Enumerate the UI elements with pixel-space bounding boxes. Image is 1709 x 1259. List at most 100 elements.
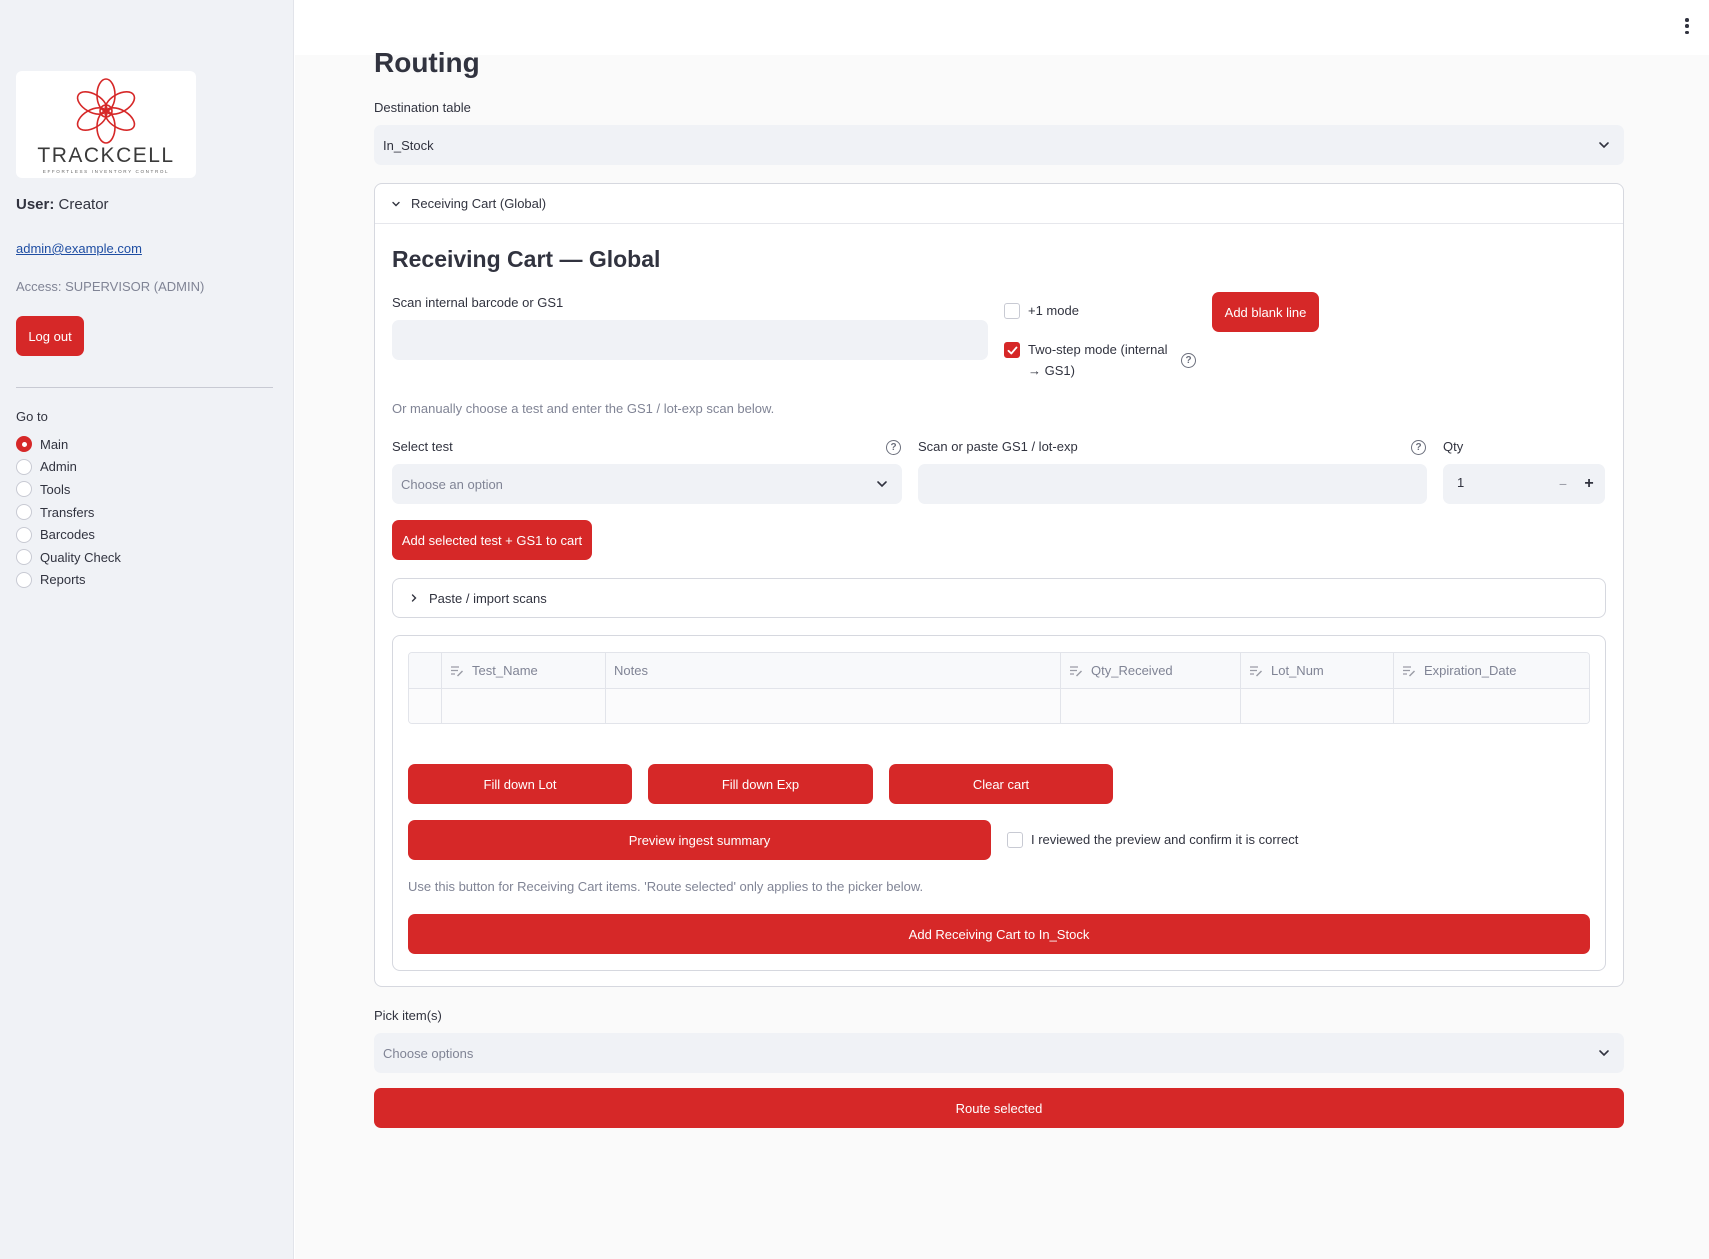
radio-icon: [16, 481, 32, 498]
qty-value: 1: [1457, 475, 1465, 490]
qty-stepper[interactable]: 1 − +: [1443, 464, 1605, 504]
select-test-label: Select test: [392, 439, 453, 454]
user-name: Creator: [58, 196, 109, 213]
column-header-expiration-date[interactable]: Expiration_Date: [1394, 653, 1589, 688]
paste-import-expander[interactable]: Paste / import scans: [392, 578, 1606, 618]
column-header-qty-received[interactable]: Qty_Received: [1061, 653, 1241, 688]
select-test-dropdown[interactable]: Choose an option: [392, 464, 902, 504]
expander-title: Receiving Cart (Global): [411, 196, 547, 211]
nav-item-label: Tools: [40, 481, 71, 497]
nav-item-label: Reports: [40, 572, 86, 588]
route-hint: Use this button for Receiving Cart items…: [408, 879, 924, 894]
nav-item-label: Transfers: [40, 504, 95, 520]
table-cell[interactable]: [409, 689, 442, 723]
table-cell[interactable]: [1241, 689, 1394, 723]
row-index-header: [409, 653, 442, 688]
table-row: [409, 689, 1589, 723]
preview-ingest-summary-button[interactable]: Preview ingest summary: [408, 820, 991, 860]
destination-value: In_Stock: [383, 137, 434, 153]
column-header-label: Qty_Received: [1091, 663, 1173, 678]
nav-radio-group: Main Admin Tools Transfers Barcodes Qual…: [16, 433, 121, 591]
user-line: User: Creator: [16, 196, 109, 213]
fill-down-exp-button[interactable]: Fill down Exp: [648, 764, 873, 804]
help-icon[interactable]: ?: [886, 440, 901, 455]
add-blank-line-button[interactable]: Add blank line: [1212, 292, 1319, 332]
add-receiving-cart-button[interactable]: Add Receiving Cart to In_Stock: [408, 914, 1590, 954]
access-level: Access: SUPERVISOR (ADMIN): [16, 279, 205, 294]
paste-import-label: Paste / import scans: [429, 590, 547, 606]
nav-item-transfers[interactable]: Transfers: [16, 501, 121, 524]
radio-selected-icon: [16, 436, 32, 453]
cart-data-grid: Test_Name Notes Qty_Received Lot_Num Exp…: [408, 652, 1590, 724]
receiving-cart-expander-header[interactable]: Receiving Cart (Global): [375, 184, 1623, 224]
two-step-label-line1: Two-step mode (internal: [1028, 342, 1168, 357]
destination-label: Destination table: [374, 100, 471, 115]
gs1-label: Scan or paste GS1 / lot-exp: [918, 439, 1078, 454]
plus-one-label: +1 mode: [1028, 303, 1079, 318]
radio-icon: [16, 526, 32, 543]
column-header-test-name[interactable]: Test_Name: [442, 653, 606, 688]
add-selected-to-cart-button[interactable]: Add selected test + GS1 to cart: [392, 520, 592, 560]
svg-text:EFFORTLESS INVENTORY CONTROL: EFFORTLESS INVENTORY CONTROL: [43, 169, 169, 174]
user-email-link[interactable]: admin@example.com: [16, 241, 142, 256]
column-header-lot-num[interactable]: Lot_Num: [1241, 653, 1394, 688]
help-icon[interactable]: ?: [1411, 440, 1426, 455]
manual-hint: Or manually choose a test and enter the …: [392, 401, 775, 416]
gs1-input[interactable]: [918, 464, 1427, 504]
column-header-label: Test_Name: [472, 663, 538, 678]
radio-icon: [16, 571, 32, 588]
scan-input[interactable]: [392, 320, 988, 360]
pick-items-multiselect[interactable]: Choose options: [374, 1033, 1624, 1073]
select-test-placeholder: Choose an option: [401, 476, 503, 492]
destination-select[interactable]: In_Stock: [374, 125, 1624, 165]
page-title: Routing: [374, 47, 480, 78]
edit-icon: [1070, 665, 1082, 676]
table-cell[interactable]: [606, 689, 1061, 723]
confirm-preview-label: I reviewed the preview and confirm it is…: [1031, 832, 1299, 847]
plus-icon[interactable]: +: [1577, 470, 1601, 498]
fill-down-lot-button[interactable]: Fill down Lot: [408, 764, 632, 804]
radio-icon: [16, 458, 32, 475]
nav-item-label: Barcodes: [40, 527, 95, 543]
column-header-label: Lot_Num: [1271, 663, 1324, 678]
table-cell[interactable]: [1394, 689, 1589, 723]
sidebar-divider: [16, 387, 273, 388]
user-label: User:: [16, 196, 55, 213]
radio-icon: [16, 504, 32, 521]
column-header-notes[interactable]: Notes: [606, 653, 1061, 688]
nav-item-reports[interactable]: Reports: [16, 569, 121, 592]
grid-header-row: Test_Name Notes Qty_Received Lot_Num Exp…: [409, 653, 1589, 689]
table-cell[interactable]: [442, 689, 606, 723]
more-menu-icon[interactable]: [1683, 16, 1691, 36]
route-selected-button[interactable]: Route selected: [374, 1088, 1624, 1128]
scan-label: Scan internal barcode or GS1: [392, 295, 564, 310]
chevron-down-icon: [1599, 1050, 1609, 1057]
help-icon[interactable]: ?: [1181, 353, 1196, 368]
nav-item-admin[interactable]: Admin: [16, 456, 121, 479]
two-step-label-line2: → GS1): [1028, 363, 1075, 378]
nav-item-label: Quality Check: [40, 549, 121, 565]
logout-button[interactable]: Log out: [16, 316, 84, 356]
pick-items-label: Pick item(s): [374, 1008, 442, 1023]
clear-cart-button[interactable]: Clear cart: [889, 764, 1113, 804]
nav-item-barcodes[interactable]: Barcodes: [16, 523, 121, 546]
trackcell-logo: TRACKCELL EFFORTLESS INVENTORY CONTROL: [16, 71, 196, 178]
radio-icon: [16, 549, 32, 566]
chevron-down-icon: [392, 201, 400, 206]
two-step-checkbox[interactable]: [1004, 342, 1020, 358]
plus-one-checkbox[interactable]: [1004, 303, 1020, 319]
nav-item-label: Admin: [40, 459, 77, 475]
table-cell[interactable]: [1061, 689, 1241, 723]
edit-icon: [451, 665, 463, 676]
nav-item-quality-check[interactable]: Quality Check: [16, 546, 121, 569]
nav-item-tools[interactable]: Tools: [16, 478, 121, 501]
edit-icon: [1403, 665, 1415, 676]
two-step-label: Two-step mode (internal → GS1): [1028, 339, 1167, 381]
check-icon: [1007, 346, 1018, 355]
edit-icon: [1250, 665, 1262, 676]
svg-text:TRACKCELL: TRACKCELL: [37, 144, 174, 167]
confirm-preview-checkbox[interactable]: [1007, 832, 1023, 848]
top-bar: [295, 0, 1709, 55]
minus-icon[interactable]: −: [1551, 470, 1575, 498]
nav-item-main[interactable]: Main: [16, 433, 121, 456]
